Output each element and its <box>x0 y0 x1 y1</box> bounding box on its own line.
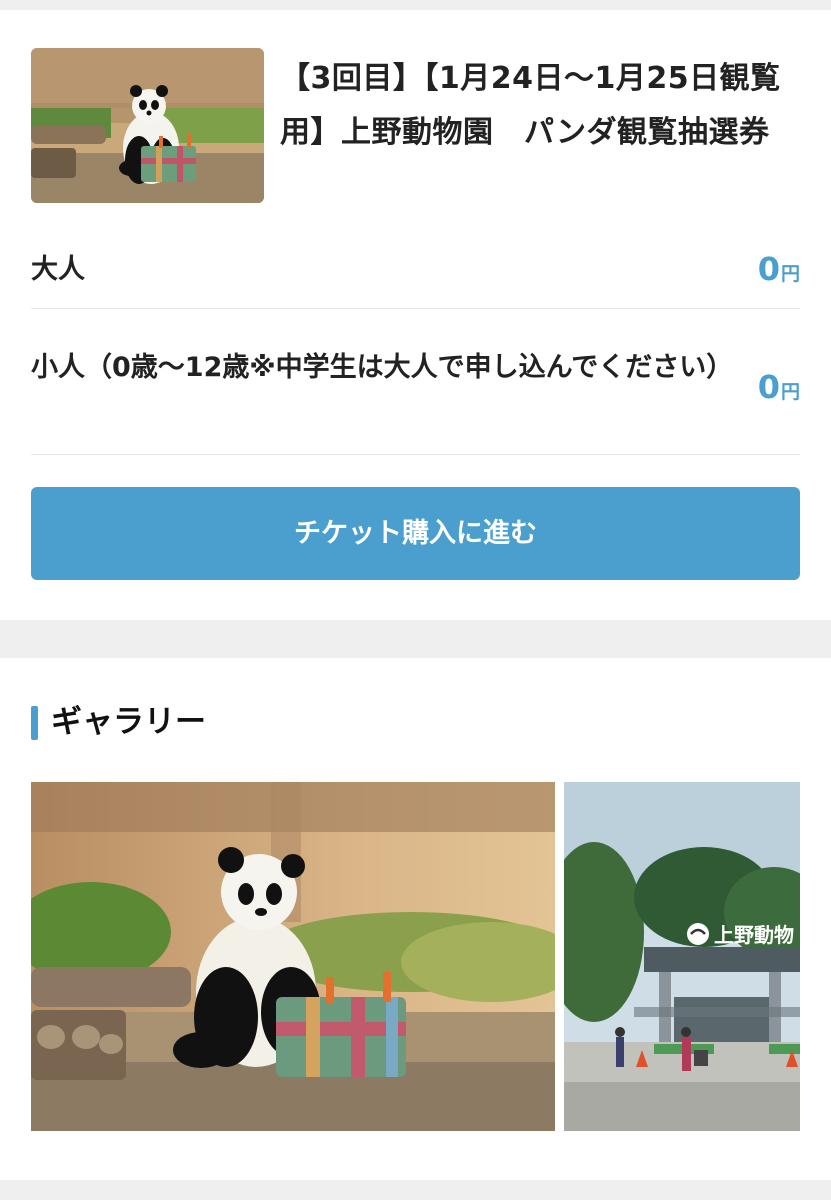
price-label-child: 小人（0歳〜12歳※中学生は大人で申し込んでください） <box>31 352 734 383</box>
section-accent-bar <box>31 706 38 740</box>
gallery-card: ギャラリー 上野動物 <box>0 658 831 1180</box>
price-row-child: 小人（0歳〜12歳※中学生は大人で申し込んでください） 0円 <box>31 340 800 455</box>
price-amount-adult: 0 <box>757 250 780 288</box>
gallery-image-panda[interactable] <box>31 782 555 1131</box>
price-label-adult: 大人 <box>31 254 85 285</box>
zoo-sign: 上野動物 <box>714 923 794 947</box>
price-amount-child: 0 <box>757 368 780 406</box>
price-row-adult: 大人 0円 <box>31 240 800 309</box>
price-value-adult: 0円 <box>758 250 800 288</box>
gallery-title: ギャラリー <box>51 704 206 740</box>
buy-ticket-button[interactable]: チケット購入に進む <box>31 487 800 580</box>
price-value-child: 0円 <box>758 368 800 406</box>
ticket-card: 【3回目】【1月24日〜1月25日観覧用】上野動物園 パンダ観覧抽選券 大人 0… <box>0 10 831 620</box>
gallery-image-zoo-gate[interactable]: 上野動物 <box>564 782 800 1131</box>
price-unit-child: 円 <box>780 381 800 403</box>
panda-thumbnail[interactable] <box>31 48 264 203</box>
ticket-title: 【3回目】【1月24日〜1月25日観覧用】上野動物園 パンダ観覧抽選券 <box>280 61 781 150</box>
price-unit-adult: 円 <box>780 263 800 285</box>
